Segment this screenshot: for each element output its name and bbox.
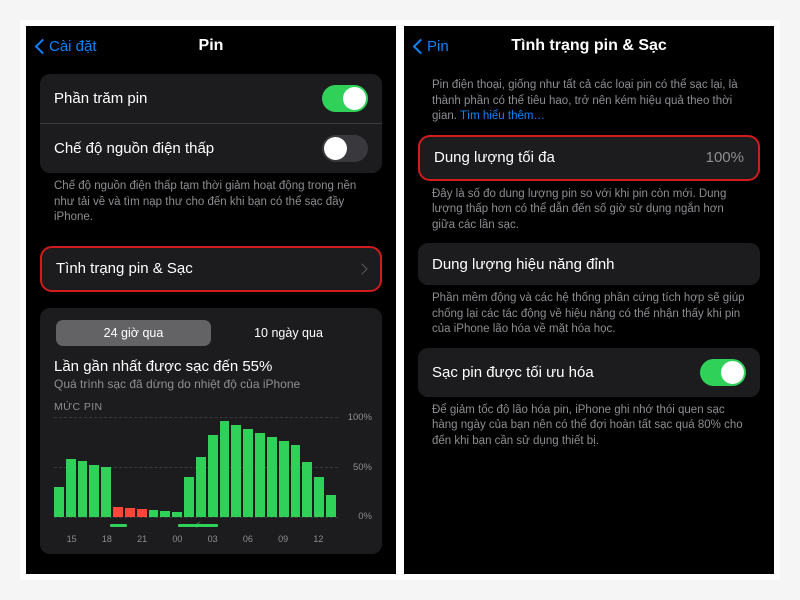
- x-tick: 18: [89, 534, 124, 544]
- x-tick: 15: [54, 534, 89, 544]
- peak-performance-group: Dung lượng hiệu năng đỉnh: [418, 243, 760, 285]
- chart-bar: [160, 417, 170, 517]
- chart-bar: [326, 417, 336, 517]
- chart-subtitle: Quá trình sạc đã dừng do nhiệt độ của iP…: [54, 377, 368, 391]
- chart-bar: [243, 417, 253, 517]
- low-power-row[interactable]: Chế độ nguồn điện thấp: [40, 123, 382, 173]
- x-tick: 03: [195, 534, 230, 544]
- nav-bar: Pin Tình trạng pin & Sạc: [404, 26, 774, 64]
- chart-bar: [302, 417, 312, 517]
- row-label: Chế độ nguồn điện thấp: [54, 140, 322, 157]
- chart-bar: [137, 417, 147, 517]
- left-phone: Cài đặt Pin Phần trăm pin Chế độ nguồn đ…: [26, 26, 396, 574]
- optimized-charging-group: Sạc pin được tối ưu hóa: [418, 348, 760, 397]
- x-tick: 21: [125, 534, 160, 544]
- page-title: Tình trạng pin & Sạc: [404, 37, 774, 55]
- battery-level-chart: 100% 50% 0%: [54, 417, 368, 517]
- row-label: Dung lượng tối đa: [434, 149, 706, 166]
- back-button[interactable]: Cài đặt: [36, 38, 97, 55]
- battery-health-row[interactable]: Tình trạng pin & Sạc: [42, 248, 380, 290]
- optimized-charging-toggle[interactable]: [700, 359, 746, 386]
- peak-performance-row[interactable]: Dung lượng hiệu năng đỉnh: [418, 243, 760, 285]
- chart-bar: [279, 417, 289, 517]
- row-label: Tình trạng pin & Sạc: [56, 260, 350, 277]
- intro-text: Pin điện thoại, giống như tất cả các loạ…: [418, 64, 760, 135]
- right-phone: Pin Tình trạng pin & Sạc Pin điện thoại,…: [404, 26, 774, 574]
- row-label: Dung lượng hiệu năng đỉnh: [432, 256, 746, 273]
- chart-section-label: MỨC PIN: [54, 401, 368, 413]
- row-label: Phần trăm pin: [54, 90, 322, 107]
- max-capacity-row[interactable]: Dung lượng tối đa 100%: [420, 137, 758, 179]
- x-tick: 12: [301, 534, 336, 544]
- chart-title: Lần gần nhất được sạc đến 55%: [54, 358, 368, 375]
- chart-bar: [78, 417, 88, 517]
- x-tick: 00: [160, 534, 195, 544]
- charging-segment: [110, 524, 127, 527]
- optimized-charging-row[interactable]: Sạc pin được tối ưu hóa: [418, 348, 760, 397]
- y-tick: 0%: [358, 511, 372, 522]
- back-label: Cài đặt: [49, 38, 97, 55]
- chart-bar: [220, 417, 230, 517]
- battery-health-group: Tình trạng pin & Sạc: [40, 246, 382, 292]
- nav-bar: Cài đặt Pin: [26, 26, 396, 64]
- charging-track: ⚡︎: [54, 522, 336, 530]
- chevron-left-icon: [414, 38, 424, 54]
- chart-bar: [101, 417, 111, 517]
- chart-bar: [196, 417, 206, 517]
- x-axis: 1518210003060912: [54, 534, 336, 544]
- segment-24h[interactable]: 24 giờ qua: [56, 320, 211, 346]
- battery-toggles-group: Phần trăm pin Chế độ nguồn điện thấp: [40, 74, 382, 173]
- back-label: Pin: [427, 38, 449, 55]
- chart-bar: [125, 417, 135, 517]
- chart-bar: [66, 417, 76, 517]
- time-range-segmented[interactable]: 24 giờ qua 10 ngày qua: [54, 318, 368, 348]
- segment-10d[interactable]: 10 ngày qua: [211, 320, 366, 346]
- chart-bar: [231, 417, 241, 517]
- row-label: Sạc pin được tối ưu hóa: [432, 364, 700, 381]
- max-capacity-group: Dung lượng tối đa 100%: [418, 135, 760, 181]
- chart-bar: [89, 417, 99, 517]
- learn-more-link[interactable]: Tìm hiểu thêm…: [460, 110, 545, 122]
- back-button[interactable]: Pin: [414, 38, 449, 55]
- low-power-toggle[interactable]: [322, 135, 368, 162]
- battery-percentage-row[interactable]: Phần trăm pin: [40, 74, 382, 123]
- chart-bar: [54, 417, 64, 517]
- chart-bar: [314, 417, 324, 517]
- optimized-charging-description: Để giảm tốc độ lão hóa pin, iPhone ghi n…: [418, 397, 760, 460]
- row-value: 100%: [706, 149, 744, 166]
- chart-bar: [255, 417, 265, 517]
- chart-bar: [184, 417, 194, 517]
- chart-bar: [172, 417, 182, 517]
- x-tick: 09: [266, 534, 301, 544]
- y-tick: 100%: [348, 412, 372, 423]
- battery-percentage-toggle[interactable]: [322, 85, 368, 112]
- chevron-right-icon: [356, 263, 367, 274]
- low-power-description: Chế độ nguồn điện thấp tạm thời giảm hoạ…: [40, 173, 382, 236]
- chart-bar: [149, 417, 159, 517]
- peak-performance-description: Phần mềm động và các hệ thống phần cứng …: [418, 285, 760, 348]
- usage-chart-card: 24 giờ qua 10 ngày qua Lần gần nhất được…: [40, 308, 382, 554]
- chart-bar: [113, 417, 123, 517]
- chart-bar: [291, 417, 301, 517]
- charging-segment: [178, 524, 217, 527]
- chart-bar: [208, 417, 218, 517]
- chart-bar: [267, 417, 277, 517]
- y-tick: 50%: [353, 462, 372, 473]
- chevron-left-icon: [36, 38, 46, 54]
- x-tick: 06: [230, 534, 265, 544]
- max-capacity-description: Đây là số đo dung lượng pin so với khi p…: [418, 181, 760, 244]
